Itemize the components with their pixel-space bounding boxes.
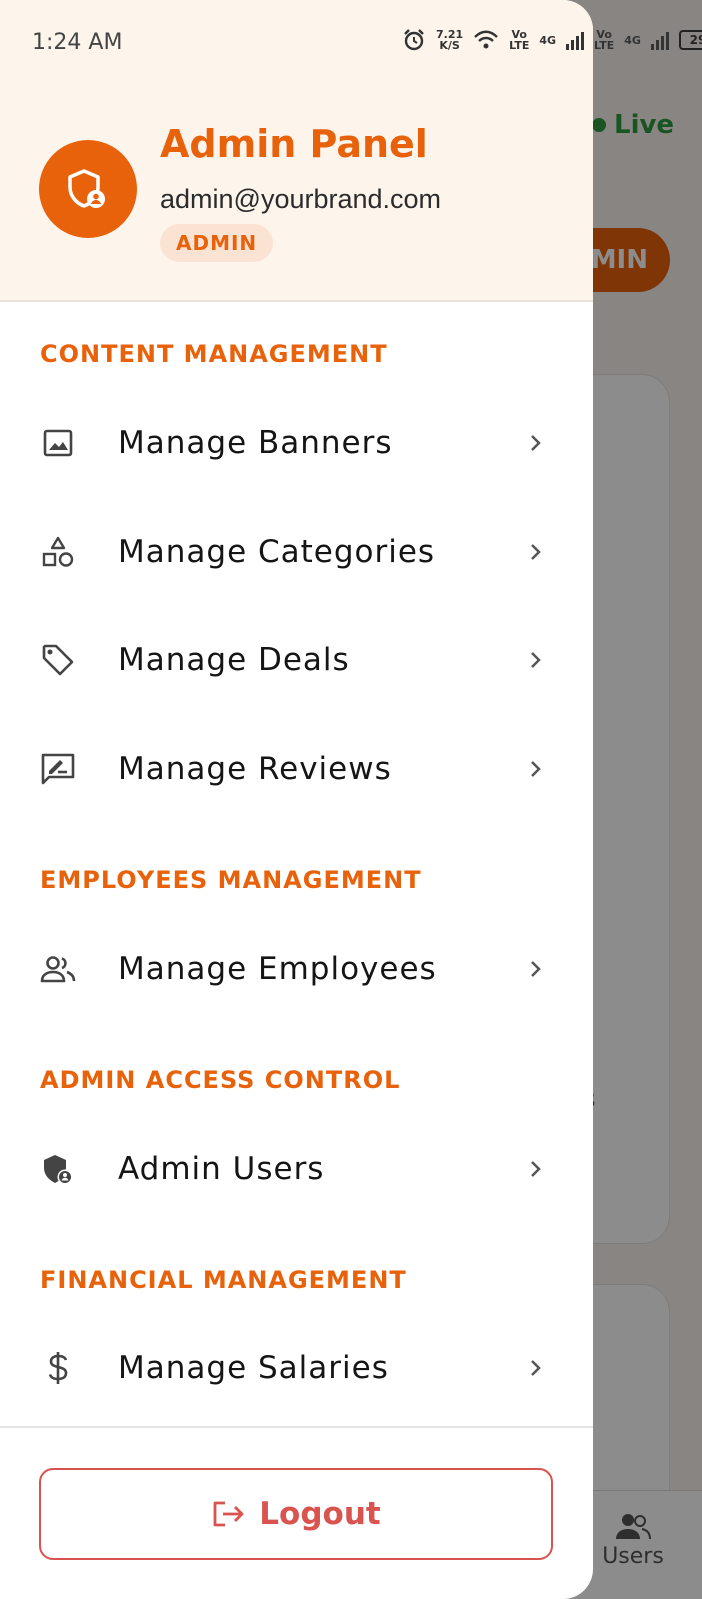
volte-indicator: Vo LTE xyxy=(509,29,529,51)
image-icon xyxy=(40,425,76,461)
rate-review-icon xyxy=(40,751,76,787)
tag-icon xyxy=(40,642,76,678)
people-icon xyxy=(40,951,76,987)
menu-item-manage-categories[interactable]: Manage Categories xyxy=(0,507,593,597)
status-time: 1:24 AM xyxy=(32,30,123,55)
chevron-right-icon xyxy=(526,759,546,779)
logout-icon xyxy=(213,1501,244,1527)
admin-shield-icon xyxy=(40,1151,76,1187)
section-title-financial-management: FINANCIAL MANAGEMENT xyxy=(40,1266,407,1294)
status-icons: 7.21 K/S Vo LTE 4G Vo LTE 4G 29 xyxy=(402,28,702,52)
admin-shield-icon xyxy=(68,169,105,208)
menu-item-manage-reviews[interactable]: Manage Reviews xyxy=(0,724,593,814)
menu-item-manage-banners[interactable]: Manage Banners xyxy=(0,398,593,488)
wifi-icon xyxy=(474,30,498,49)
menu-item-label: Manage Banners xyxy=(118,425,393,461)
admin-email: admin@yourbrand.com xyxy=(160,184,442,214)
chevron-right-icon xyxy=(526,959,546,979)
signal-icon xyxy=(650,30,669,50)
network-4g: 4G xyxy=(624,35,641,46)
chevron-right-icon xyxy=(526,1159,546,1179)
menu-item-admin-users[interactable]: Admin Users xyxy=(0,1124,593,1214)
lte-label: LTE xyxy=(509,39,530,52)
menu-item-label: Manage Employees xyxy=(118,951,437,987)
category-icon xyxy=(40,534,76,570)
menu-item-manage-employees[interactable]: Manage Employees xyxy=(0,924,593,1014)
avatar xyxy=(39,140,137,238)
network-4g-label: 4G xyxy=(624,33,641,47)
logout-label: Logout xyxy=(259,1496,381,1532)
menu-item-label: Manage Reviews xyxy=(118,751,392,787)
network-4g: 4G xyxy=(539,35,556,46)
menu-item-label: Admin Users xyxy=(118,1151,325,1187)
drawer-divider xyxy=(0,1426,593,1428)
lte-label: LTE xyxy=(594,39,615,52)
page-title: Admin Panel xyxy=(160,122,428,166)
chevron-right-icon xyxy=(526,433,546,453)
signal-icon xyxy=(566,30,585,50)
menu-item-label: Manage Salaries xyxy=(118,1350,389,1386)
alarm-icon xyxy=(404,29,424,51)
menu-item-label: Manage Categories xyxy=(118,534,436,570)
role-badge: ADMIN xyxy=(160,224,274,262)
dollar-icon xyxy=(40,1350,76,1386)
status-bar: 1:24 AM 7.21 K/S Vo LTE 4G Vo LTE 4G 29 xyxy=(0,0,702,90)
section-title-employees-management: EMPLOYEES MANAGEMENT xyxy=(40,866,422,894)
menu-item-manage-salaries[interactable]: Manage Salaries xyxy=(0,1323,593,1413)
section-title-admin-access-control: ADMIN ACCESS CONTROL xyxy=(40,1066,401,1094)
chevron-right-icon xyxy=(526,1358,546,1378)
battery-level: 29 xyxy=(689,33,702,47)
chevron-right-icon xyxy=(526,650,546,670)
net-speed-unit: K/S xyxy=(439,39,460,52)
section-title-content-management: CONTENT MANAGEMENT xyxy=(40,340,388,368)
network-4g-label: 4G xyxy=(539,33,557,47)
volte-indicator: Vo LTE xyxy=(594,29,614,51)
logout-button[interactable]: Logout xyxy=(39,1468,553,1560)
net-speed: 7.21 K/S xyxy=(436,29,463,51)
chevron-right-icon xyxy=(526,542,546,562)
battery-icon: 29 xyxy=(678,30,702,50)
navigation-drawer: Admin Panel admin@yourbrand.com ADMIN CO… xyxy=(0,0,593,1599)
menu-item-manage-deals[interactable]: Manage Deals xyxy=(0,615,593,705)
menu-item-label: Manage Deals xyxy=(118,642,350,678)
